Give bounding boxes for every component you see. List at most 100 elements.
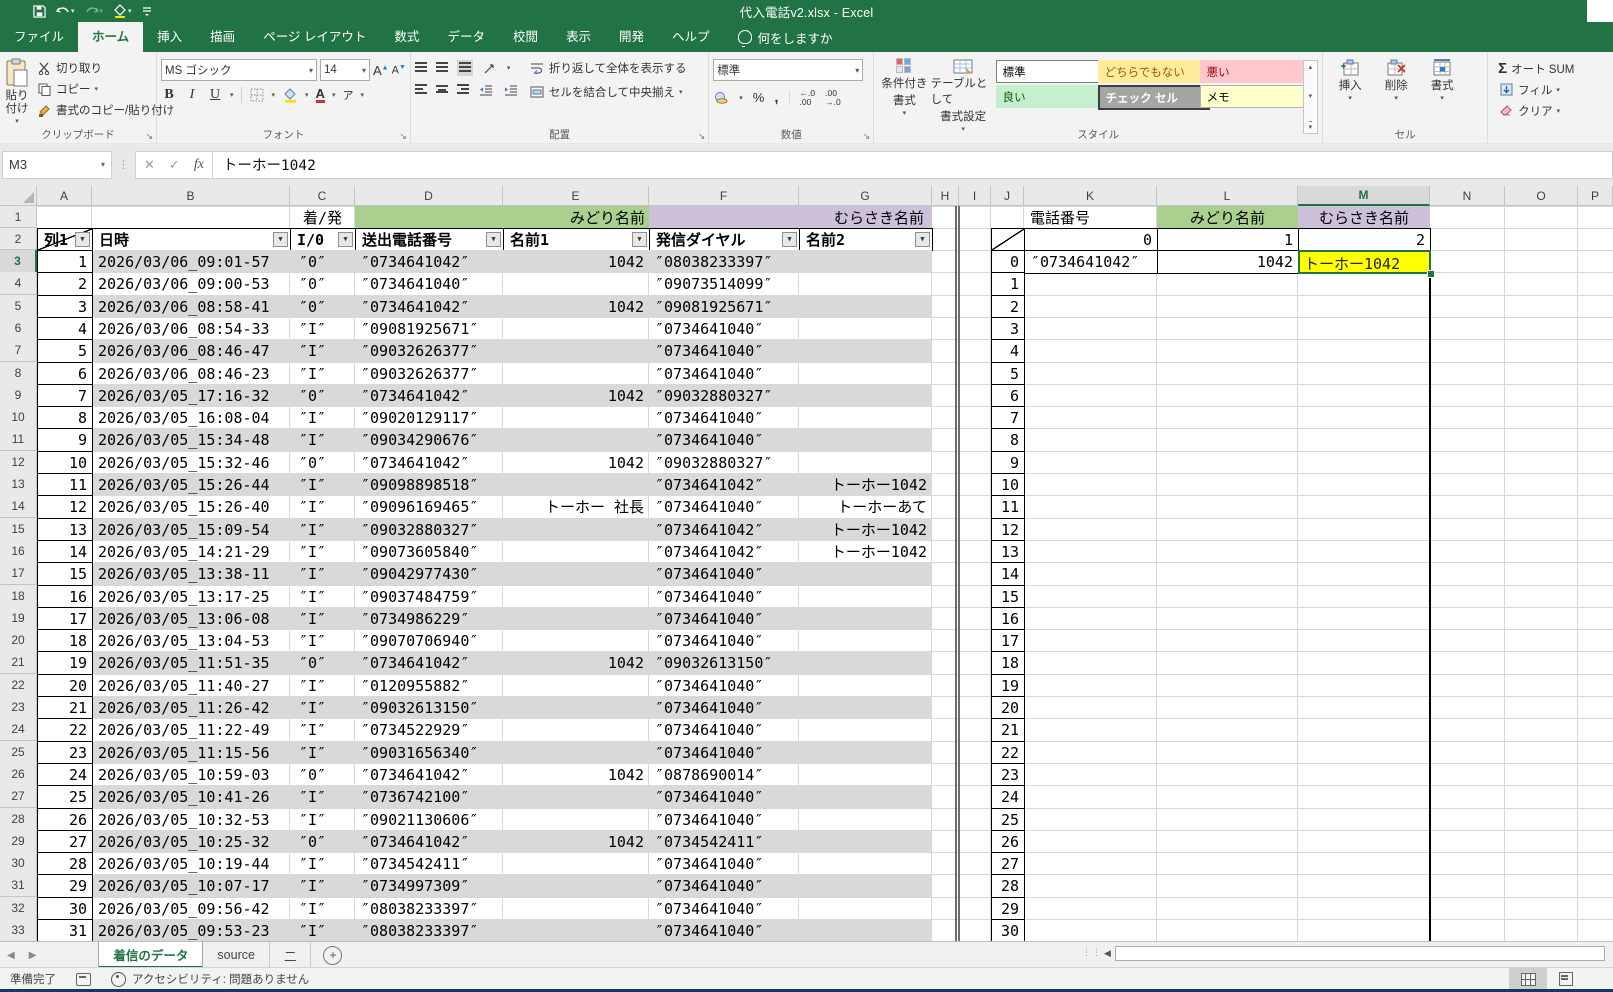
cell-A24[interactable]: 22 (37, 718, 93, 742)
column-header-H[interactable]: H (932, 186, 959, 206)
cell-D10[interactable]: ″09020129117″ (355, 406, 503, 429)
cell-J18[interactable]: 15 (991, 585, 1025, 609)
table-header-G2[interactable]: 名前2 ▼ (799, 228, 933, 251)
row-header-20[interactable]: 20 (0, 629, 37, 652)
cell-F8[interactable]: ″0734641040″ (649, 362, 799, 385)
ribbon-tab-表示[interactable]: 表示 (552, 22, 605, 52)
cell-A15[interactable]: 13 (37, 518, 93, 542)
sheet-nav-right-icon[interactable]: ▶ (22, 942, 44, 968)
cell-D9[interactable]: ″0734641042″ (355, 384, 503, 407)
cell-A22[interactable]: 20 (37, 674, 93, 698)
cut-button[interactable]: 切り取り (36, 59, 174, 77)
cell-F13[interactable]: ″0734641042″ (649, 473, 799, 496)
table-header-D2[interactable]: 送出電話番号 ▼ (355, 228, 504, 251)
styles-gallery-scroll[interactable]: ▴ ▾ ▾ (1302, 60, 1319, 134)
orientation-icon[interactable] (482, 60, 498, 76)
row-header-7[interactable]: 7 (0, 339, 37, 362)
cell-L2[interactable]: 1 (1157, 228, 1299, 251)
cell-F27[interactable]: ″0734641040″ (649, 785, 799, 808)
cell-C22[interactable]: ″I″ (290, 674, 355, 697)
table-header-E2[interactable]: 名前1 ▼ (503, 228, 650, 251)
formula-input[interactable]: トーホー1042 (212, 150, 1613, 179)
comma-style-icon[interactable]: , (774, 89, 778, 106)
align-center-icon[interactable] (435, 85, 448, 95)
cell-A4[interactable]: 2 (37, 272, 93, 296)
row-header-9[interactable]: 9 (0, 384, 37, 407)
name-box[interactable]: M3 ▾ (2, 150, 112, 179)
cell-B33[interactable]: 2026/03/05_09:53-23 (92, 919, 290, 941)
ribbon-tab-開発[interactable]: 開発 (605, 22, 658, 52)
cell-E3[interactable]: 1042 (503, 250, 649, 273)
cell-F22[interactable]: ″0734641040″ (649, 674, 799, 697)
cell-D27[interactable]: ″0736742100″ (355, 785, 503, 808)
cell-J25[interactable]: 22 (991, 741, 1025, 765)
scrollbar-thumb[interactable] (1114, 946, 1605, 961)
cell-E9[interactable]: 1042 (503, 384, 649, 407)
cell-J31[interactable]: 28 (991, 874, 1025, 898)
number-format-combo[interactable]: 標準 ▾ (713, 59, 864, 81)
cell-C13[interactable]: ″I″ (290, 473, 355, 496)
cell-D24[interactable]: ″0734522929″ (355, 718, 503, 741)
cell-D5[interactable]: ″0734641042″ (355, 295, 503, 318)
cell-C33[interactable]: ″I″ (290, 919, 355, 941)
cell-C27[interactable]: ″I″ (290, 785, 355, 808)
new-sheet-button[interactable]: + (323, 945, 343, 965)
align-bottom-icon[interactable] (456, 60, 473, 76)
cell-F12[interactable]: ″09032880327″ (649, 451, 799, 474)
cell-F31[interactable]: ″0734641040″ (649, 874, 799, 897)
cell-J19[interactable]: 16 (991, 607, 1025, 631)
cell-D30[interactable]: ″0734542411″ (355, 852, 503, 875)
row-header-5[interactable]: 5 (0, 295, 37, 318)
cell-B29[interactable]: 2026/03/05_10:25-32 (92, 830, 290, 853)
select-all-corner[interactable] (0, 186, 37, 206)
cell-B10[interactable]: 2026/03/05_16:08-04 (92, 406, 290, 429)
cell-C26[interactable]: ″0″ (290, 763, 355, 786)
row-header-33[interactable]: 33 (0, 919, 37, 941)
ribbon-tab-file[interactable]: ファイル (0, 22, 78, 52)
row-header-22[interactable]: 22 (0, 674, 37, 697)
cell-B24[interactable]: 2026/03/05_11:22-49 (92, 718, 290, 741)
cell-F4[interactable]: ″09073514099″ (649, 272, 799, 295)
fill-color-button-icon[interactable] (282, 87, 298, 103)
cell-B11[interactable]: 2026/03/05_15:34-48 (92, 428, 290, 451)
cell-J4[interactable]: 1 (991, 272, 1025, 296)
cell-L3[interactable]: 1042 (1157, 250, 1299, 274)
font-dialog-launcher-icon[interactable]: ↘ (399, 132, 407, 141)
cell-B30[interactable]: 2026/03/05_10:19-44 (92, 852, 290, 875)
column-header-I[interactable]: I (959, 186, 991, 206)
cell-L1[interactable]: みどり名前 (1157, 206, 1298, 228)
row-header-31[interactable]: 31 (0, 874, 37, 897)
cell-A26[interactable]: 24 (37, 763, 93, 787)
cell-A10[interactable]: 8 (37, 406, 93, 430)
cell-B16[interactable]: 2026/03/05_14:21-29 (92, 540, 290, 563)
cell-C8[interactable]: ″I″ (290, 362, 355, 385)
cell-D4[interactable]: ″0734641040″ (355, 272, 503, 295)
cell-D20[interactable]: ″09070706940″ (355, 629, 503, 652)
cell-D11[interactable]: ″09034290676″ (355, 428, 503, 451)
cell-E12[interactable]: 1042 (503, 451, 649, 474)
cell-E14[interactable]: トーホー 社長 (503, 495, 649, 518)
font-size-combo[interactable]: 14 ▾ (320, 59, 370, 81)
cell-J12[interactable]: 9 (991, 451, 1025, 475)
cell-F21[interactable]: ″09032613150″ (649, 651, 799, 674)
cell-style-1[interactable]: 標準 (995, 60, 1106, 83)
cell-B4[interactable]: 2026/03/06_09:00-53 (92, 272, 290, 295)
gallery-down-icon[interactable]: ▾ (1309, 92, 1313, 100)
cell-J3[interactable]: 0 (991, 250, 1025, 274)
cell-A11[interactable]: 9 (37, 428, 93, 452)
underline-dropdown-icon[interactable]: ▾ (230, 91, 234, 99)
paste-button[interactable]: 貼り付け ▾ (4, 55, 30, 126)
cell-A17[interactable]: 15 (37, 562, 93, 586)
accessibility-status[interactable]: アクセシビリティ: 問題ありません (132, 971, 309, 987)
cell-D3[interactable]: ″0734641042″ (355, 250, 503, 273)
cell-A27[interactable]: 25 (37, 785, 93, 809)
sheet-nav-left-icon[interactable]: ◀ (0, 942, 22, 968)
ribbon-tab-ヘルプ[interactable]: ヘルプ (658, 22, 724, 52)
window-control[interactable] (1587, 0, 1613, 22)
cell-B5[interactable]: 2026/03/06_08:58-41 (92, 295, 290, 318)
cell-F25[interactable]: ″0734641040″ (649, 741, 799, 764)
cell-F11[interactable]: ″0734641040″ (649, 428, 799, 451)
cell-F26[interactable]: ″0878690014″ (649, 763, 799, 786)
borders-dropdown-icon[interactable]: ▾ (272, 91, 276, 99)
copy-button[interactable]: コピー ▾ (36, 80, 174, 98)
